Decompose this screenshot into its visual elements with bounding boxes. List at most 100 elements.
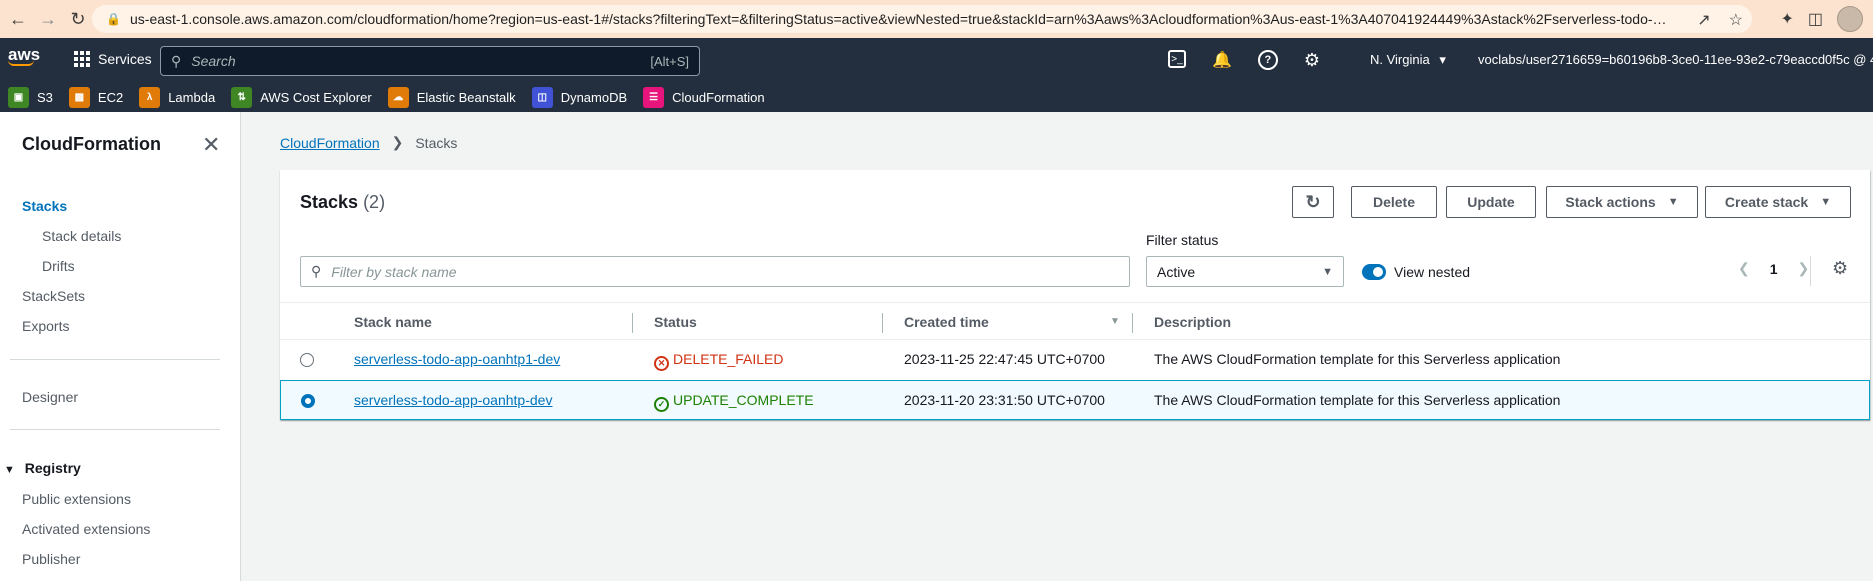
column-resizer[interactable] [1132, 313, 1133, 333]
stack-actions-label: Stack actions [1565, 194, 1656, 210]
favorite-s3[interactable]: ▣ S3 [8, 87, 53, 108]
stack-description: The AWS CloudFormation template for this… [1154, 392, 1561, 408]
delete-button[interactable]: Delete [1351, 186, 1437, 218]
update-button[interactable]: Update [1446, 186, 1536, 218]
profile-avatar[interactable] [1837, 6, 1863, 32]
account-menu[interactable]: voclabs/user2716659=b60196b8-3ce0-11ee-9… [1478, 52, 1873, 67]
filter-status-select[interactable]: Active ▼ [1146, 256, 1344, 287]
breadcrumb-cloudformation-link[interactable]: CloudFormation [280, 135, 380, 151]
sidebar-item-exports[interactable]: Exports [22, 318, 69, 334]
services-menu[interactable]: Services [74, 51, 152, 67]
favorite-dynamodb[interactable]: ◫ DynamoDB [531, 87, 628, 108]
stack-actions-button[interactable]: Stack actions ▼ [1546, 186, 1698, 218]
table-settings-gear-icon[interactable]: ⚙ [1832, 258, 1848, 279]
region-selector[interactable]: N. Virginia ▾ [1370, 52, 1446, 68]
bookmark-star-icon[interactable]: ☆ [1729, 10, 1743, 30]
sort-descending-icon[interactable]: ▼ [1110, 316, 1120, 327]
s3-icon: ▣ [8, 87, 29, 108]
filter-status-value: Active [1157, 263, 1196, 280]
sidebar-item-stack-details[interactable]: Stack details [42, 228, 121, 244]
ec2-icon: ▩ [68, 87, 90, 108]
settings-gear-icon[interactable]: ⚙ [1304, 50, 1320, 71]
stack-name-link[interactable]: serverless-todo-app-oanhtp-dev [354, 392, 552, 408]
column-header-stack-name[interactable]: Stack name [354, 314, 432, 330]
services-grid-icon [74, 51, 90, 67]
create-stack-button[interactable]: Create stack ▼ [1705, 186, 1851, 218]
extensions-icon[interactable]: ✦ [1780, 9, 1793, 29]
column-resizer[interactable] [632, 313, 633, 333]
elastic-beanstalk-icon: ☁ [387, 87, 409, 108]
favorite-label: AWS Cost Explorer [260, 90, 372, 105]
chevron-right-icon[interactable]: ❯ [1798, 260, 1810, 277]
sidebar-title: CloudFormation [22, 134, 161, 154]
favorite-label: EC2 [97, 90, 124, 105]
row-select-radio[interactable] [300, 353, 314, 367]
sidebar-item-publisher[interactable]: Publisher [22, 551, 80, 567]
side-panel-icon[interactable]: ◫ [1808, 9, 1823, 29]
pagination: ❮ 1 ❯ [1738, 260, 1809, 277]
pager-divider [1810, 256, 1811, 286]
favorite-elastic-beanstalk[interactable]: ☁ Elastic Beanstalk [387, 87, 516, 108]
column-header-created-time[interactable]: Created time [904, 314, 989, 330]
panel-title-text: Stacks [300, 192, 359, 212]
chevron-left-icon[interactable]: ❮ [1738, 260, 1750, 277]
column-header-status[interactable]: Status [654, 314, 697, 330]
dynamodb-icon: ◫ [531, 87, 553, 108]
favorite-label: Elastic Beanstalk [416, 90, 516, 105]
favorite-label: Lambda [168, 90, 216, 105]
filter-stack-name-input[interactable]: ⚲ Filter by stack name [300, 256, 1130, 287]
install-app-icon[interactable]: ↗ [1697, 10, 1710, 30]
favorite-ec2[interactable]: ▩ EC2 [68, 87, 124, 108]
aws-top-nav: aws Services ⚲ Search [Alt+S] >_ 🔔 ? ⚙ N… [0, 38, 1873, 83]
sidebar-item-drifts[interactable]: Drifts [42, 258, 75, 274]
cloudformation-icon: ☰ [643, 87, 665, 108]
help-icon[interactable]: ? [1257, 50, 1278, 70]
table-row[interactable]: serverless-todo-app-oanhtp-dev ✓ UPDATE_C… [280, 380, 1870, 420]
favorite-cloudformation[interactable]: ☰ CloudFormation [643, 87, 765, 108]
aws-logo-text: aws [8, 45, 41, 64]
refresh-button[interactable]: ↻ [1292, 186, 1334, 218]
page-number[interactable]: 1 [1770, 261, 1778, 277]
sidebar-item-stacksets[interactable]: StackSets [22, 288, 85, 304]
create-stack-label: Create stack [1724, 194, 1809, 210]
favorite-label: CloudFormation [672, 90, 765, 105]
region-label: N. Virginia [1370, 52, 1430, 67]
close-icon[interactable]: ✕ [202, 132, 220, 158]
filter-placeholder: Filter by stack name [331, 263, 457, 280]
stack-status-text: UPDATE_COMPLETE [673, 392, 814, 408]
address-bar[interactable]: 🔒 us-east-1.console.aws.amazon.com/cloud… [92, 5, 1752, 33]
breadcrumb: CloudFormation ❯ Stacks [280, 134, 457, 151]
reload-icon[interactable]: ↻ [60, 0, 96, 38]
favorite-label: DynamoDB [560, 90, 628, 105]
error-x-icon: ✕ [654, 356, 669, 371]
favorite-lambda[interactable]: λ Lambda [139, 87, 215, 108]
view-nested-toggle[interactable] [1362, 264, 1386, 280]
sidebar-item-public-extensions[interactable]: Public extensions [22, 491, 131, 507]
delete-label: Delete [1372, 194, 1416, 210]
console-search-input[interactable]: ⚲ Search [Alt+S] [160, 46, 700, 76]
favorite-aws-cost-explorer[interactable]: ⇅ AWS Cost Explorer [231, 87, 372, 108]
stack-count: (2) [363, 192, 386, 212]
cloudshell-icon[interactable]: >_ [1168, 50, 1186, 68]
registry-section-toggle[interactable]: ▼ Registry [4, 460, 81, 476]
search-placeholder: Search [191, 53, 236, 69]
stack-status: ✓ UPDATE_COMPLETE [654, 392, 814, 412]
stacks-panel: Stacks (2) ↻ Delete Update Stack actions… [280, 170, 1870, 420]
site-info-icon[interactable]: 🔒 [106, 12, 121, 26]
aws-logo[interactable]: aws [8, 45, 41, 66]
favorites-bar: ▣ S3 ▩ EC2 λ Lambda ⇅ AWS Cost Explorer ☁ Elastic… [0, 83, 1873, 112]
column-resizer[interactable] [882, 313, 883, 333]
success-check-icon: ✓ [654, 397, 669, 412]
table-row[interactable]: serverless-todo-app-oanhtp1-dev ✕ DELETE_… [280, 340, 1870, 380]
created-time: 2023-11-20 23:31:50 UTC+0700 [904, 392, 1105, 408]
column-header-description[interactable]: Description [1154, 314, 1231, 330]
view-nested-label: View nested [1394, 264, 1471, 280]
stack-status: ✕ DELETE_FAILED [654, 351, 784, 371]
sidebar-item-activated-extensions[interactable]: Activated extensions [22, 521, 150, 537]
table-header: Stack name Status Created time ▼ Descrip… [280, 302, 1870, 340]
sidebar-item-stacks[interactable]: Stacks [22, 198, 67, 214]
row-select-radio[interactable] [301, 394, 315, 408]
notifications-bell-icon[interactable]: 🔔 [1212, 50, 1232, 71]
stack-name-link[interactable]: serverless-todo-app-oanhtp1-dev [354, 351, 560, 367]
sidebar-item-designer[interactable]: Designer [22, 389, 78, 405]
